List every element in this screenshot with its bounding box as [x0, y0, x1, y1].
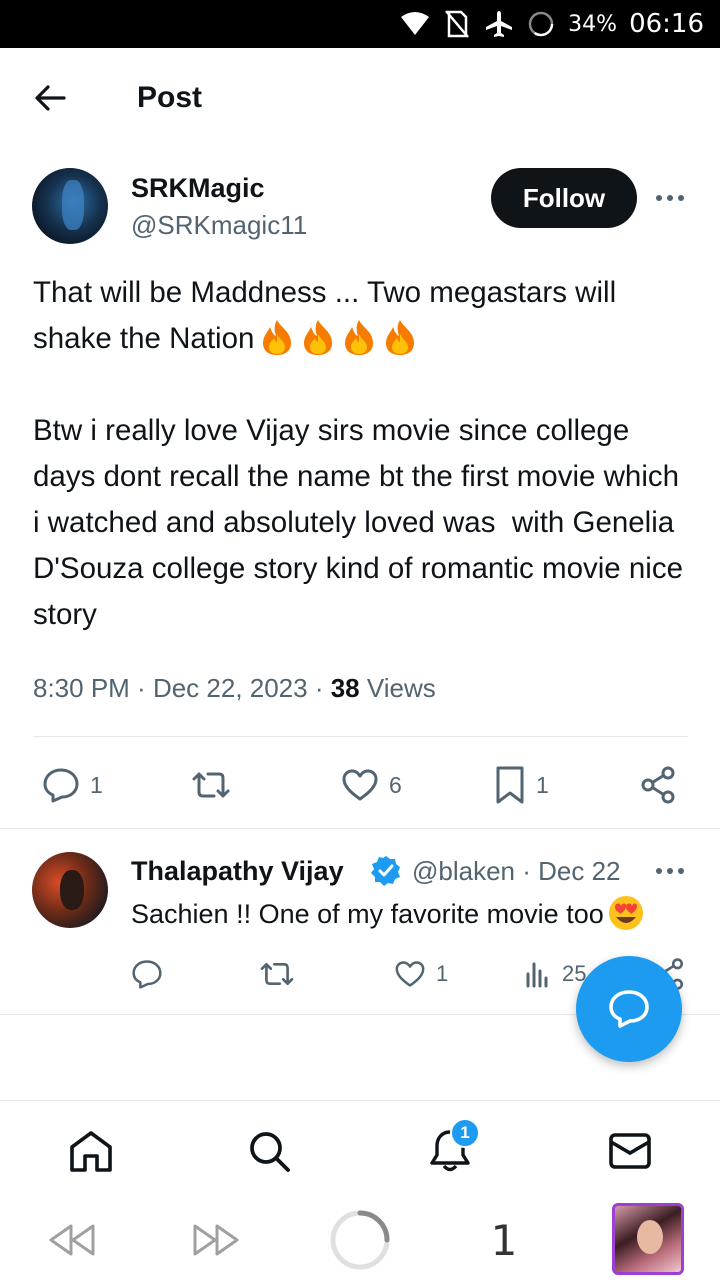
- rewind-icon: [49, 1224, 95, 1256]
- author-handle[interactable]: @SRKmagic11: [131, 209, 307, 241]
- post-date[interactable]: Dec 22, 2023: [153, 673, 308, 703]
- share-button[interactable]: [638, 760, 678, 810]
- profile-thumbnail[interactable]: [612, 1203, 684, 1275]
- fire-emoji: [304, 320, 333, 355]
- like-icon: [395, 961, 425, 987]
- fire-emoji-group: [254, 320, 418, 355]
- forward-button[interactable]: [184, 1208, 248, 1272]
- nav-home[interactable]: [65, 1125, 117, 1177]
- verified-icon: [371, 856, 400, 886]
- fire-emoji: [345, 320, 374, 355]
- post-paragraph-2: Btw i really love Vijay sirs movie since…: [33, 414, 692, 631]
- battery-percent: 34%: [568, 11, 618, 37]
- post-body: That will be Maddness ... Two megastars …: [33, 270, 693, 638]
- forward-icon: [193, 1224, 239, 1256]
- reply-like-count: 1: [436, 961, 449, 986]
- reply-button[interactable]: 1: [42, 760, 103, 810]
- reply-body: Sachien !! One of my favorite movie too: [131, 899, 604, 929]
- compose-reply-button[interactable]: [576, 956, 682, 1062]
- views-icon: [526, 962, 548, 988]
- home-icon: [70, 1131, 112, 1172]
- bottom-navigation: [0, 1100, 720, 1200]
- post-time[interactable]: 8:30 PM: [33, 673, 130, 703]
- divider: [0, 828, 720, 829]
- reply-reply-button[interactable]: [131, 952, 163, 996]
- notification-badge: 1: [450, 1118, 480, 1148]
- reply-count: 1: [90, 771, 103, 798]
- bookmark-count: 1: [536, 771, 549, 798]
- reply-views-button[interactable]: 25: [524, 952, 586, 996]
- post-action-bar: 1 6 1: [0, 760, 720, 810]
- search-icon: [250, 1132, 290, 1172]
- post-meta: 8:30 PM · Dec 22, 2023 · 38 Views: [33, 673, 436, 703]
- reply-icon: [132, 960, 162, 989]
- tab-count-button[interactable]: 1: [476, 1208, 532, 1272]
- status-bar: 34% 06:16: [0, 0, 720, 48]
- compose-reply-icon: [609, 990, 649, 1028]
- page-title: Post: [137, 81, 203, 114]
- nav-search[interactable]: [243, 1125, 295, 1177]
- reply-handle-date: @blaken · Dec 22: [412, 856, 621, 886]
- author-name[interactable]: SRKMagic: [131, 172, 265, 204]
- airplane-icon: [484, 9, 514, 39]
- reply-author-name[interactable]: Thalapathy Vijay: [131, 854, 344, 888]
- repost-button[interactable]: [190, 760, 242, 810]
- heart-eyes-emoji: [608, 896, 643, 930]
- like-count: 6: [389, 771, 402, 798]
- loading-icon: [330, 1210, 390, 1270]
- reload-button[interactable]: [326, 1208, 394, 1272]
- more-icon: [656, 195, 684, 201]
- nav-messages[interactable]: [604, 1125, 656, 1177]
- post-header: Post: [0, 48, 720, 148]
- reply-more-button[interactable]: [652, 856, 688, 886]
- reply-text: Sachien !! One of my favorite movie too: [131, 895, 644, 933]
- fire-emoji: [386, 320, 415, 355]
- clock: 06:16: [629, 9, 704, 39]
- like-button[interactable]: 6: [341, 760, 402, 810]
- rewind-button[interactable]: [40, 1208, 104, 1272]
- wifi-icon: [400, 9, 430, 39]
- bookmark-button[interactable]: 1: [494, 760, 549, 810]
- battery-icon: [526, 9, 556, 39]
- reply-like-button[interactable]: 1: [394, 952, 448, 996]
- back-arrow-icon: [35, 85, 66, 111]
- follow-button[interactable]: Follow: [491, 168, 637, 228]
- messages-icon: [609, 1133, 651, 1169]
- views-count: 38: [330, 673, 360, 703]
- fire-emoji: [263, 320, 292, 355]
- divider: [33, 736, 688, 737]
- author-avatar[interactable]: [32, 168, 108, 244]
- share-icon: [641, 766, 675, 804]
- repost-icon: [192, 772, 230, 798]
- like-icon: [342, 769, 378, 801]
- reply-handle[interactable]: @blaken: [412, 856, 515, 886]
- reply-author-avatar[interactable]: [32, 852, 108, 928]
- bookmark-icon: [496, 766, 524, 804]
- back-button[interactable]: [30, 78, 70, 118]
- repost-icon: [260, 962, 294, 986]
- more-icon: [656, 868, 684, 874]
- reply-icon: [43, 768, 79, 803]
- reply-repost-button[interactable]: [258, 952, 296, 996]
- views-label: Views: [366, 673, 436, 703]
- no-sim-icon: [442, 9, 472, 39]
- reply-date[interactable]: Dec 22: [538, 856, 620, 886]
- post-more-button[interactable]: [650, 180, 690, 216]
